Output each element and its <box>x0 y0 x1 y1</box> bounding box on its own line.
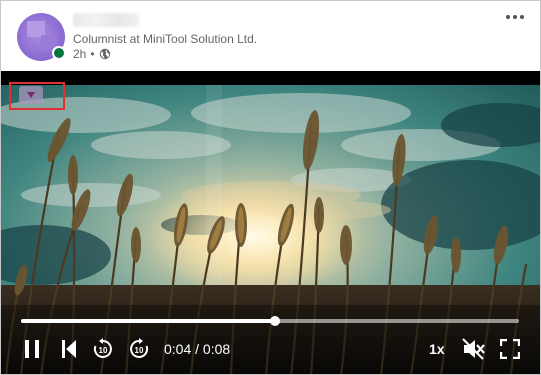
skip-to-start-icon <box>62 340 76 358</box>
duration: 0:08 <box>202 341 231 357</box>
pause-icon <box>25 340 39 358</box>
video-frame-sunset-grass <box>1 85 540 374</box>
post-age: 2h <box>73 47 87 61</box>
author-headline: Columnist at MiniTool Solution Ltd. <box>73 32 258 46</box>
rewind-seconds-label: 10 <box>99 346 108 355</box>
globe-icon <box>99 48 110 60</box>
post-card: Columnist at MiniTool Solution Ltd. 2h • <box>0 0 541 375</box>
time-display: 0:04 / 0:08 <box>164 341 230 357</box>
forward-seconds-label: 10 <box>135 346 144 355</box>
video-letterbox <box>1 71 540 85</box>
more-horizontal-icon[interactable] <box>506 15 524 19</box>
progress-knob[interactable] <box>269 316 280 326</box>
rewind-10-button[interactable]: 10 <box>91 337 115 361</box>
fullscreen-button[interactable] <box>499 337 521 361</box>
post-header: Columnist at MiniTool Solution Ltd. 2h • <box>1 1 540 71</box>
meta-separator: • <box>90 47 95 61</box>
chevron-down-icon[interactable] <box>19 86 43 104</box>
current-time: 0:04 <box>164 341 192 357</box>
fullscreen-icon <box>500 339 520 359</box>
time-separator: / <box>191 341 203 357</box>
post-meta: 2h • <box>73 47 111 61</box>
mute-button[interactable] <box>461 337 487 361</box>
playback-speed-button[interactable]: 1x <box>429 341 445 357</box>
forward-10-icon: 10 <box>130 338 149 358</box>
forward-10-button[interactable]: 10 <box>127 337 151 361</box>
pause-button[interactable] <box>21 337 43 361</box>
skip-to-start-button[interactable] <box>59 337 79 361</box>
rewind-10-icon: 10 <box>93 338 112 358</box>
video-player[interactable]: 10 10 0:04 / 0:08 1x <box>1 71 540 374</box>
mute-icon <box>462 338 485 360</box>
progress-fill <box>21 319 275 323</box>
progress-bar[interactable] <box>21 316 519 326</box>
online-status-indicator <box>52 46 66 60</box>
author-name-redacted[interactable] <box>73 13 139 27</box>
